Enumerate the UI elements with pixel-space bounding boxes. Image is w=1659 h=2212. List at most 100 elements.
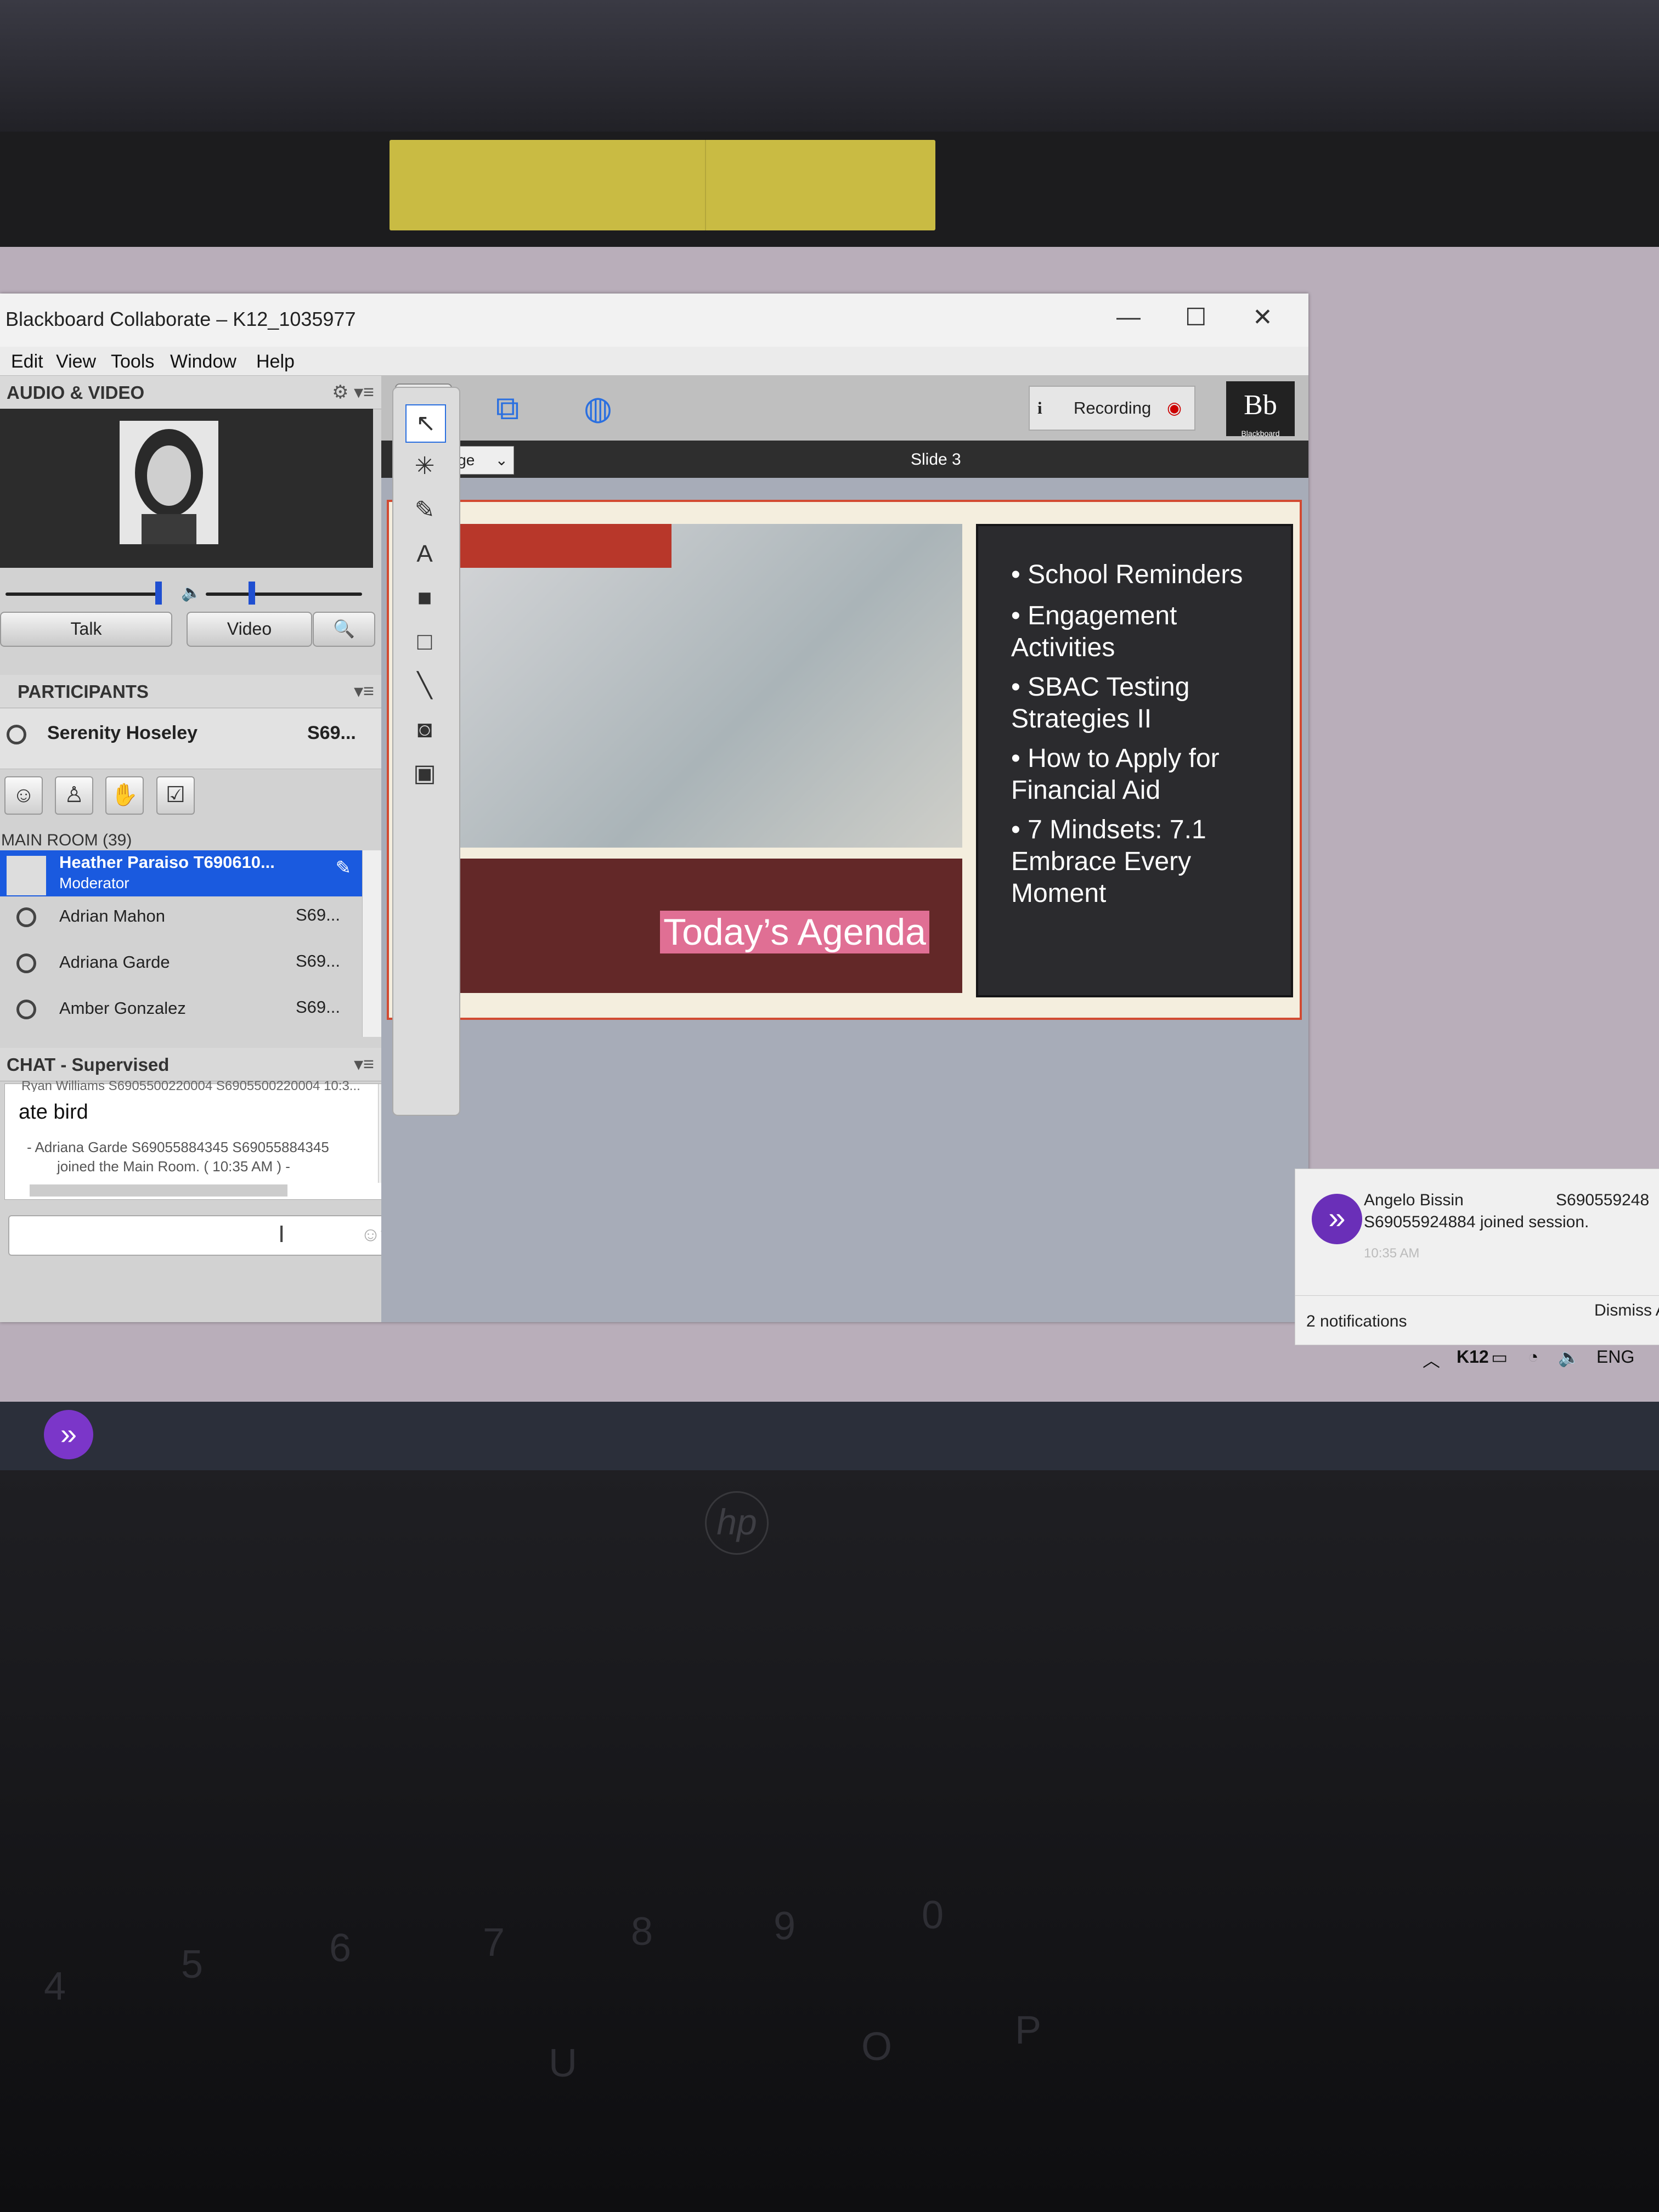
participant-role: Moderator <box>59 874 129 891</box>
menu-window[interactable]: Window <box>170 351 236 373</box>
menu-bar: Edit View Tools Window Help <box>0 347 1308 376</box>
key: P <box>1015 2008 1042 2052</box>
chat-system-line: joined the Main Room. ( 10:35 AM ) - <box>57 1158 290 1175</box>
recording-button[interactable]: i Recording ◉ <box>1029 386 1195 431</box>
notification-count[interactable]: 2 notifications <box>1306 1312 1407 1331</box>
recording-label: Recording <box>1074 398 1152 417</box>
notification-name: Angelo Bissin <box>1364 1191 1464 1209</box>
speaker-volume-slider[interactable] <box>5 592 159 596</box>
video-feed <box>0 409 373 568</box>
battery-icon[interactable]: ▭ <box>1491 1347 1508 1368</box>
volume-icon[interactable]: 🔈 <box>1558 1347 1580 1368</box>
window-title: Blackboard Collaborate – K12_1035977 <box>5 308 356 330</box>
agenda-item: • Engagement Activities <box>1011 601 1177 662</box>
filled-rect-tool-icon[interactable]: ■ <box>405 580 444 616</box>
mic-volume-knob[interactable] <box>249 582 255 605</box>
whiteboard-canvas[interactable]: ☛ Today’s Agenda • School Reminders • En… <box>381 478 1308 1322</box>
key: 0 <box>922 1893 944 1937</box>
agenda-item: • How to Apply for Financial Aid <box>1011 744 1220 805</box>
user-icon <box>16 907 36 927</box>
pen-tool-icon[interactable]: ✎ <box>405 492 444 528</box>
chat-options-icon[interactable]: ▾≡ <box>354 1053 374 1075</box>
screen-capture-icon[interactable]: ▣ <box>405 755 444 792</box>
k12-tray-icon[interactable]: K12 <box>1457 1347 1489 1367</box>
chat-message: ate bird <box>19 1101 88 1124</box>
pointer-tool-icon[interactable]: ✳ <box>405 448 444 484</box>
wifi-icon[interactable]: ◔ <box>1528 1347 1538 1367</box>
camera-tool-icon[interactable]: ◙ <box>405 712 444 748</box>
web-tour-icon[interactable]: ◍ <box>571 383 625 433</box>
panel-options-icon[interactable]: ⚙ ▾≡ <box>332 381 374 403</box>
raise-hand-button[interactable]: ✋ <box>105 776 144 815</box>
info-icon: i <box>1037 398 1042 417</box>
collaborate-icon: » <box>1312 1194 1362 1244</box>
chat-log: Ryan Williams S6905500220004 S6905500220… <box>4 1079 400 1200</box>
language-indicator[interactable]: ENG <box>1596 1347 1634 1367</box>
participant-row[interactable]: Adriana Garde S69... <box>0 945 362 991</box>
menu-tools[interactable]: Tools <box>111 351 154 373</box>
participant-row[interactable]: Amber Gonzalez S69... <box>0 991 362 1037</box>
video-preview-button[interactable]: 🔍 <box>313 612 375 647</box>
collaborate-taskbar-icon[interactable]: » <box>44 1410 93 1459</box>
user-icon <box>16 953 36 973</box>
participant-row[interactable]: Adrian Mahon S69... <box>0 899 362 945</box>
participant-row[interactable]: Heather Paraiso T690610... Moderator ✎ <box>0 850 362 896</box>
maximize-button[interactable]: ☐ <box>1185 303 1206 331</box>
close-button[interactable]: ✕ <box>1252 303 1273 331</box>
chevron-down-icon: ⌄ <box>495 452 508 469</box>
text-tool-icon[interactable]: A <box>405 536 444 572</box>
collaborate-window: Blackboard Collaborate – K12_1035977 — ☐… <box>0 294 1308 1322</box>
participant-name: Adrian Mahon <box>59 906 166 926</box>
polling-button[interactable]: ☑ <box>156 776 195 815</box>
calendar-photo <box>414 524 962 848</box>
key: O <box>861 2025 893 2069</box>
show-hidden-icons-icon[interactable]: ︿ <box>1423 1347 1440 1372</box>
bb-logo-sub: Blackboard <box>1241 429 1280 438</box>
audio-video-header: AUDIO & VIDEO ⚙ ▾≡ <box>0 376 384 409</box>
dismiss-all-button[interactable]: Dismiss A <box>1594 1301 1659 1320</box>
user-icon <box>16 1000 36 1019</box>
key: 6 <box>329 1926 352 1970</box>
minimize-button[interactable]: — <box>1116 303 1141 331</box>
step-away-button[interactable]: ♙ <box>55 776 93 815</box>
speaker-volume-knob[interactable] <box>155 582 162 605</box>
rect-tool-icon[interactable]: □ <box>405 624 444 660</box>
line-tool-icon[interactable]: ╲ <box>405 668 444 704</box>
key: 7 <box>483 1921 505 1965</box>
audio-video-title: AUDIO & VIDEO <box>7 382 145 403</box>
background-wall <box>0 0 1659 143</box>
sticky-note <box>390 140 935 230</box>
participant-id: S69... <box>296 997 340 1017</box>
key: 4 <box>44 1965 66 2008</box>
status-buttons: ☺ ♙ ✋ ☑ <box>0 771 384 820</box>
participants-options-icon[interactable]: ▾≡ <box>354 680 374 702</box>
chat-input[interactable]: I ☺▾ <box>8 1215 403 1256</box>
video-button[interactable]: Video <box>187 612 312 647</box>
app-share-icon[interactable]: ⧉ <box>480 383 535 433</box>
laptop-keyboard <box>0 1470 1659 2212</box>
notification-toast[interactable]: » Angelo Bissin S690559248 S69055924884 … <box>1295 1169 1659 1345</box>
notification-footer: 2 notifications Dismiss A <box>1295 1295 1659 1345</box>
menu-help[interactable]: Help <box>256 351 295 373</box>
chat-cut-line: Ryan Williams S6905500220004 S6905500220… <box>21 1079 360 1092</box>
chat-title: CHAT - Supervised <box>7 1054 170 1075</box>
select-tool-icon[interactable]: ↖ <box>405 404 446 443</box>
talk-button[interactable]: Talk <box>0 612 172 647</box>
agenda-item: • SBAC Testing Strategies II <box>1011 673 1190 733</box>
participants-scrollbar[interactable] <box>362 850 381 1037</box>
emoticon-button[interactable]: ☺ <box>4 776 43 815</box>
my-status-row: Serenity Hoseley S69... <box>0 708 384 769</box>
chat-system-line: - Adriana Garde S69055884345 S6905588434… <box>27 1139 329 1155</box>
left-panel: AUDIO & VIDEO ⚙ ▾≡ 🔈 Talk Video 🔍 PARTIC… <box>0 376 403 1322</box>
mic-volume-slider[interactable] <box>206 592 362 596</box>
chat-h-scrollbar[interactable] <box>30 1184 287 1197</box>
key: U <box>549 2041 577 2085</box>
notification-time: 10:35 AM <box>1364 1246 1420 1261</box>
menu-view[interactable]: View <box>56 351 96 373</box>
text-cursor-icon: I <box>278 1221 285 1248</box>
pencil-icon: ✎ <box>335 857 352 878</box>
my-id: S69... <box>307 723 356 743</box>
menu-edit[interactable]: Edit <box>11 351 43 373</box>
user-icon <box>7 725 26 744</box>
title-bar: Blackboard Collaborate – K12_1035977 — ☐… <box>0 294 1308 347</box>
